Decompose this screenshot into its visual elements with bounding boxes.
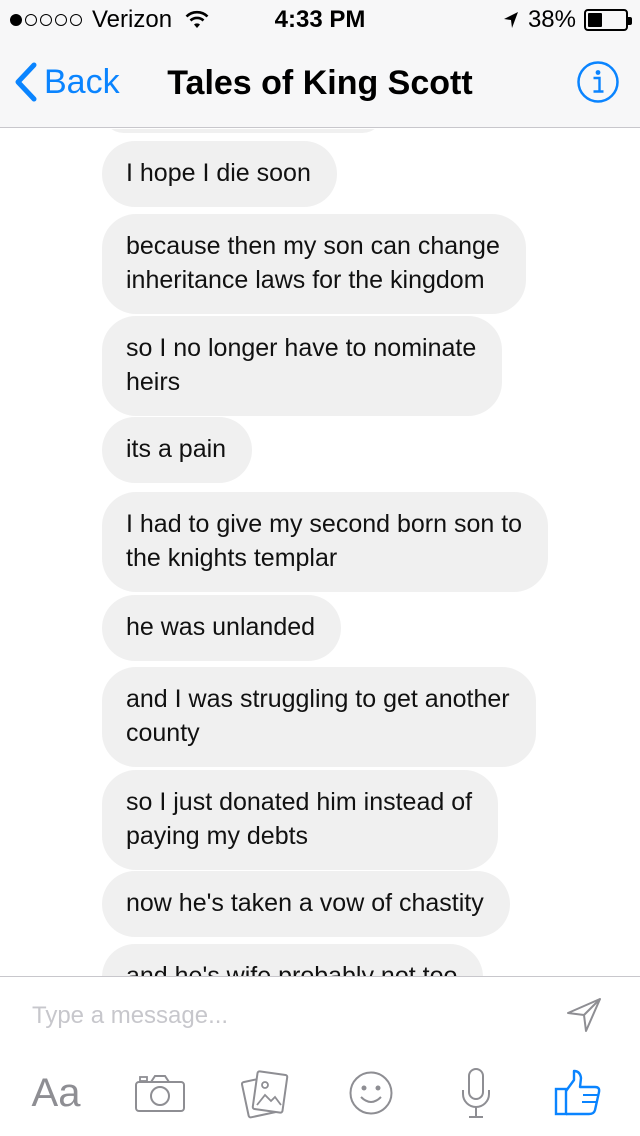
message-text-line: so I no longer have to nominate	[126, 334, 477, 362]
message-text-line: he was unlanded	[126, 613, 316, 641]
text-format-label: Aa	[31, 1070, 81, 1115]
photo-gallery-icon	[241, 1070, 289, 1119]
message-text-line: so I just donated him instead of	[126, 788, 473, 816]
send-button[interactable]	[564, 995, 604, 1035]
message-bubble[interactable]: he was unlanded	[102, 595, 342, 661]
message-input-row	[0, 977, 640, 1053]
thumbs-up-icon	[554, 1069, 601, 1116]
composer-toolbar: Aa	[0, 1055, 640, 1136]
text-format-button[interactable]: Aa	[28, 1063, 84, 1123]
message-text-line: the knights templar	[126, 544, 338, 572]
info-icon	[577, 61, 619, 103]
photos-button[interactable]	[238, 1063, 294, 1123]
message-bubble[interactable]: its a pain	[102, 417, 253, 483]
message-bubble[interactable]: because then my son can change inheritanc…	[102, 214, 526, 314]
message-text-line: and I was struggling to get another	[126, 685, 510, 713]
battery-icon	[584, 9, 632, 31]
composer: Aa	[0, 976, 640, 1136]
navigation-bar: Back Tales of King Scott	[0, 40, 640, 128]
location-arrow-icon	[503, 12, 518, 28]
message-bubble[interactable]: and he's wife probably not too	[102, 944, 484, 976]
message-text-line: I had to give my second born son to	[126, 510, 523, 538]
messenger-screen: Verizon 4:33 PM 38% Back Tales of King S…	[0, 0, 640, 1136]
message-bubble[interactable]: and I was struggling to get another count…	[102, 667, 536, 767]
message-text-line: now he's taken a vow of chastity	[126, 889, 484, 917]
message-bubble-partial	[102, 129, 384, 133]
message-bubble[interactable]: now he's taken a vow of chastity	[102, 871, 510, 937]
like-button[interactable]	[552, 1063, 604, 1123]
status-bar: Verizon 4:33 PM 38%	[0, 0, 640, 40]
info-button[interactable]	[576, 60, 620, 104]
battery-percent: 38%	[527, 6, 576, 33]
voice-record-button[interactable]	[454, 1063, 498, 1123]
message-text-line: paying my debts	[126, 822, 309, 850]
message-input[interactable]	[32, 999, 512, 1033]
message-text-line: heirs	[126, 368, 181, 396]
message-text-line: inheritance laws for the kingdom	[126, 266, 485, 294]
message-bubble[interactable]: so I no longer have to nominate heirs	[102, 316, 503, 416]
message-bubble[interactable]: I had to give my second born son to the k…	[102, 492, 549, 592]
message-bubble[interactable]: I hope I die soon	[102, 141, 337, 207]
camera-button[interactable]	[132, 1063, 188, 1123]
send-arrow-icon	[567, 998, 601, 1032]
message-text-line: I hope I die soon	[126, 159, 311, 187]
smiley-icon	[349, 1071, 393, 1115]
sticker-button[interactable]	[346, 1063, 396, 1123]
message-text-line: county	[126, 719, 200, 747]
status-right: 38%	[502, 6, 632, 34]
camera-icon	[135, 1075, 185, 1112]
message-bubble[interactable]: so I just donated him instead of paying m…	[102, 770, 499, 870]
message-text-line: its a pain	[126, 435, 227, 463]
battery-level-fill	[588, 13, 602, 27]
microphone-icon	[462, 1068, 490, 1118]
message-list[interactable]: I hope I die soon because then my son can…	[0, 129, 640, 976]
message-text-line: because then my son can change	[126, 232, 500, 260]
message-text-line: and he's wife probably not too	[126, 962, 458, 976]
conversation-title: Tales of King Scott	[167, 64, 473, 102]
